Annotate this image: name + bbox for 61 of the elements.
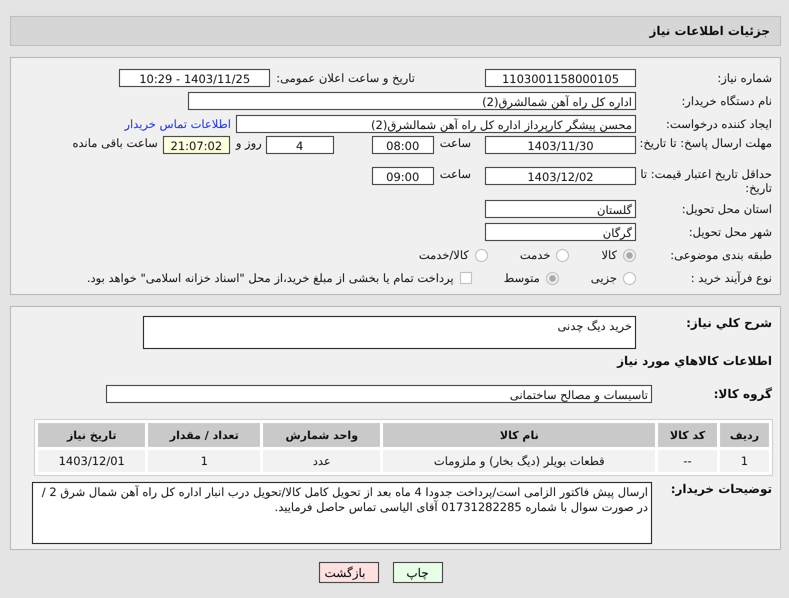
goods-group-field: تاسیسات و مصالح ساختمانی <box>106 385 652 403</box>
column-header: نام کالا <box>383 423 656 447</box>
table-cell: 1 <box>720 450 769 472</box>
need-number-field: 1103001158000105 <box>485 69 636 87</box>
radio-button[interactable] <box>474 248 488 262</box>
buyer-field: اداره کل راه آهن شمالشرق(2) <box>188 92 636 110</box>
page-title: جزئیات اطلاعات نیاز <box>649 24 770 38</box>
field-label: شهر محل تحویل: <box>688 225 773 239</box>
section-heading: اطلاعات کالاهاي مورد نياز <box>616 354 773 368</box>
field-label: ساعت باقی مانده <box>72 136 158 150</box>
field-label: شرح کلي نياز: <box>685 316 773 330</box>
field-label: استان محل تحویل: <box>680 202 773 216</box>
column-header: تاریخ نیاز <box>38 423 146 447</box>
table-cell: عدد <box>263 450 380 472</box>
validity-date-field: 1403/12/02 <box>485 167 636 185</box>
table-cell: -- <box>658 450 717 472</box>
validity-time-field: 09:00 <box>372 167 434 185</box>
buyer-contact-link[interactable]: اطلاعات تماس خریدار <box>124 117 231 131</box>
column-header: واحد شمارش <box>263 423 380 447</box>
field-label: حداقل تاریخ اعتبار قیمت: تا تاریخ: <box>639 167 773 195</box>
field-label: ایجاد کننده درخواست: <box>665 117 773 131</box>
summary-textarea[interactable]: خرید دیگ چدنی <box>143 316 636 349</box>
city-field: گرگان <box>485 223 636 241</box>
table-cell: 1403/12/01 <box>38 450 146 472</box>
column-header: کد کالا <box>658 423 717 447</box>
field-label: روز و <box>236 136 262 150</box>
checkbox[interactable] <box>460 272 472 284</box>
table-cell: 1 <box>148 450 260 472</box>
field-label: گروه کالا: <box>712 387 773 401</box>
deadline-time-field: 08:00 <box>372 136 434 154</box>
requester-field: محسن پیشگر کارپرداز اداره کل راه آهن شمالشرق(2) <box>236 115 636 133</box>
radio-label: متوسط <box>504 271 540 285</box>
field-label: توضیحات خریدار: <box>670 482 773 496</box>
field-label: طبقه بندی موضوعی: <box>669 248 773 262</box>
radio-button[interactable] <box>623 248 636 262</box>
print-button[interactable]: چاپ <box>392 562 442 583</box>
days-field: 4 <box>266 136 334 154</box>
field-label: ساعت <box>440 136 471 150</box>
remaining-time-field: 21:07:02 <box>162 136 230 154</box>
radio-label: جزیی <box>590 271 617 285</box>
field-label: نام دستگاه خریدار: <box>680 94 773 108</box>
column-header: ردیف <box>720 423 769 447</box>
radio-label: کالا <box>601 248 617 262</box>
column-header: تعداد / مقدار <box>148 423 260 447</box>
field-label: شماره نیاز: <box>716 71 773 85</box>
field-label: مهلت ارسال پاسخ: تا تاریخ: <box>638 136 773 150</box>
field-label: تاریخ و ساعت اعلان عمومی: <box>276 71 415 85</box>
radio-button[interactable] <box>623 272 636 284</box>
radio-label: خدمت <box>520 248 550 262</box>
buyer-notes-textarea[interactable]: ارسال پیش فاکتور الزامی است/پرداخت جدودا 4 ماه بعد از تحویل کامل کالا/تحویل درب انبار اداره کل راه آهن شمال شرق 2 / در صورت سوال با شماره 01731282285 آقای الیاسی تماس حاصل فرمایید. <box>32 482 652 544</box>
province-field: گلستان <box>485 200 636 218</box>
radio-button[interactable] <box>556 248 570 262</box>
deadline-date-field: 1403/11/30 <box>485 136 636 154</box>
back-button[interactable]: بازگشت <box>318 562 378 583</box>
table-cell: قطعات بویلر (دیگ بخار) و ملزومات <box>383 450 656 472</box>
checkbox-label: پرداخت تمام یا بخشی از مبلغ خرید،از محل "اسناد خزانه اسلامی" خواهد بود. <box>86 271 454 285</box>
field-label: ساعت <box>440 167 471 181</box>
radio-label: کالا/خدمت <box>418 248 469 262</box>
field-label: نوع فرآیند خرید : <box>690 271 773 285</box>
announce-date-field: 1403/11/25 - 10:29 <box>119 69 270 87</box>
radio-button[interactable] <box>546 272 559 284</box>
